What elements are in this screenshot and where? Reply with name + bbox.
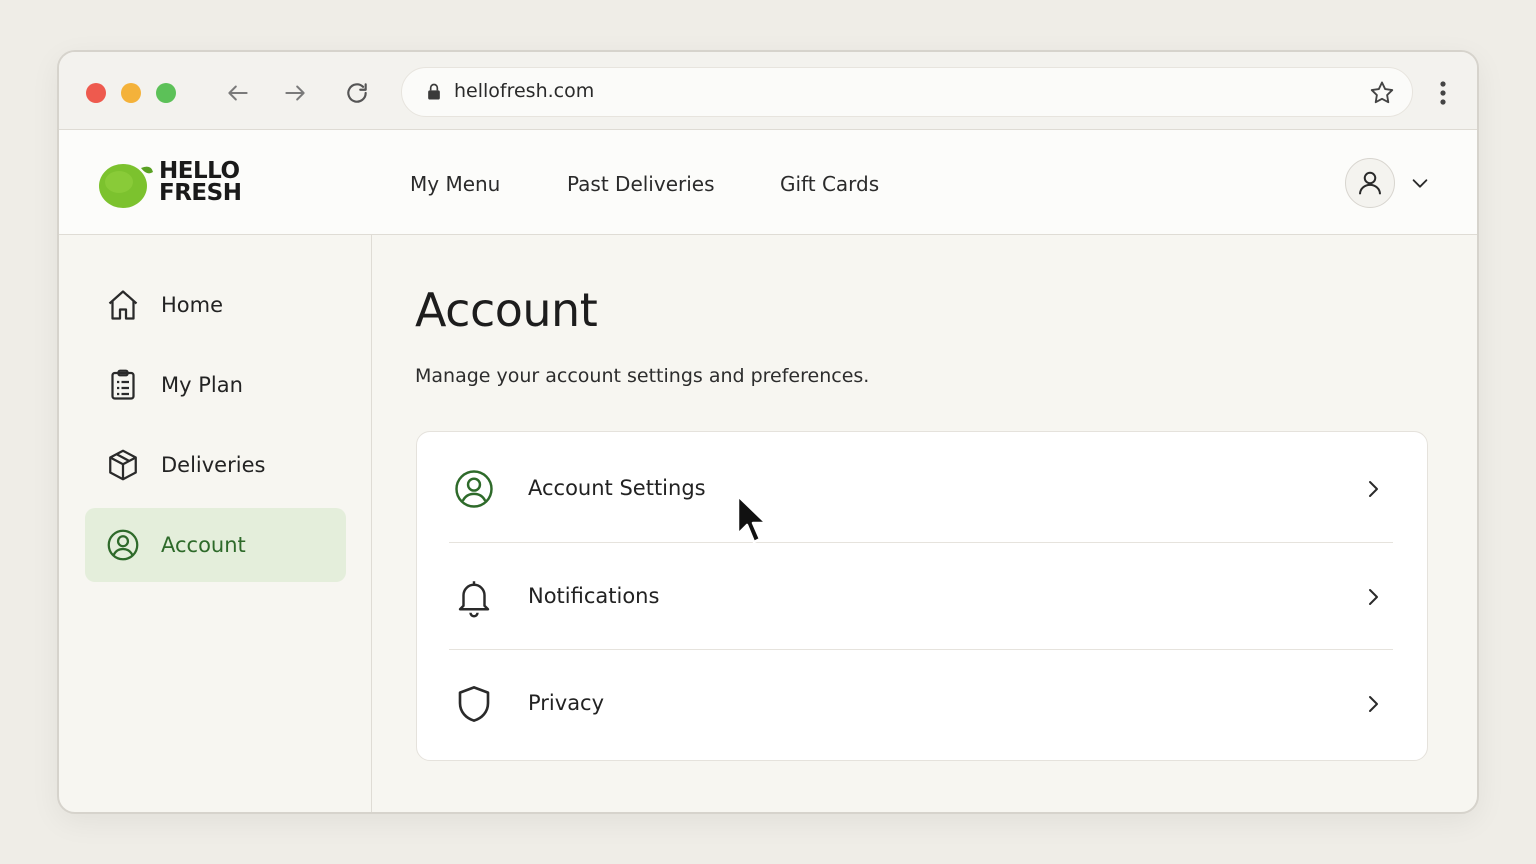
row-notifications[interactable]: Notifications	[417, 542, 1427, 650]
logo-line-1: HELLO	[159, 158, 240, 184]
minimize-window-button[interactable]	[121, 83, 141, 103]
arrow-left-icon	[228, 85, 248, 101]
reload-icon	[347, 83, 367, 103]
page-title: Account	[415, 283, 598, 337]
hellofresh-logo[interactable]: HELLO FRESH	[97, 158, 257, 210]
sidebar-item-label: Home	[161, 293, 224, 317]
sidebar-item-deliveries[interactable]: Deliveries	[85, 428, 346, 502]
sidebar-item-home[interactable]: Home	[85, 268, 346, 342]
user-circle-icon	[107, 529, 139, 561]
page-subtitle: Manage your account settings and prefere…	[415, 365, 870, 387]
sidebar-item-label: My Plan	[161, 373, 243, 397]
shield-icon	[458, 686, 490, 722]
chevron-right-icon	[1369, 481, 1378, 497]
reload-button[interactable]	[341, 77, 373, 109]
address-bar[interactable]: hellofresh.com	[401, 67, 1413, 117]
row-privacy[interactable]: Privacy	[417, 649, 1427, 757]
maximize-window-button[interactable]	[156, 83, 176, 103]
nav-my-menu[interactable]: My Menu	[410, 172, 500, 196]
row-label: Privacy	[528, 691, 605, 715]
logo-line-2: FRESH	[159, 180, 242, 206]
row-label: Account Settings	[528, 476, 706, 500]
box-icon	[109, 449, 137, 481]
sidebar-item-label: Account	[161, 533, 246, 557]
sidebar: Home My Plan Deliveries Account	[59, 235, 372, 812]
chevron-down-icon[interactable]	[1409, 172, 1431, 194]
home-icon	[108, 290, 138, 320]
mouse-cursor-icon	[736, 494, 768, 544]
browser-window: hellofresh.com HELLO FRESH My Menu Past …	[57, 50, 1479, 814]
bookmark-star-icon[interactable]	[1368, 79, 1396, 107]
lime-logo-icon	[99, 164, 153, 208]
row-label: Notifications	[528, 584, 660, 608]
sidebar-item-label: Deliveries	[161, 453, 266, 477]
settings-card: Account Settings Notifications Privacy	[416, 431, 1428, 761]
bell-icon	[458, 581, 490, 618]
main-content: Account Manage your account settings and…	[373, 235, 1477, 812]
back-button[interactable]	[222, 77, 254, 109]
user-circle-icon	[455, 470, 493, 508]
close-window-button[interactable]	[86, 83, 106, 103]
site-header: HELLO FRESH My Menu Past Deliveries Gift…	[59, 130, 1477, 235]
arrow-right-icon	[285, 85, 305, 101]
browser-toolbar: hellofresh.com	[59, 52, 1477, 130]
chevron-right-icon	[1369, 589, 1378, 605]
user-icon	[1359, 171, 1381, 195]
row-account-settings[interactable]: Account Settings	[417, 434, 1427, 542]
chevron-right-icon	[1369, 696, 1378, 712]
lock-icon	[428, 83, 440, 100]
clipboard-icon	[111, 369, 135, 400]
nav-gift-cards[interactable]: Gift Cards	[780, 172, 879, 196]
logo-wordmark: HELLO FRESH	[159, 158, 242, 206]
sidebar-item-my-plan[interactable]: My Plan	[85, 348, 346, 422]
profile-avatar-button[interactable]	[1345, 158, 1395, 208]
more-vert-icon[interactable]	[1431, 78, 1455, 108]
forward-button[interactable]	[279, 77, 311, 109]
url-text: hellofresh.com	[454, 80, 595, 102]
sidebar-item-account[interactable]: Account	[85, 508, 346, 582]
nav-past-deliveries[interactable]: Past Deliveries	[567, 172, 715, 196]
